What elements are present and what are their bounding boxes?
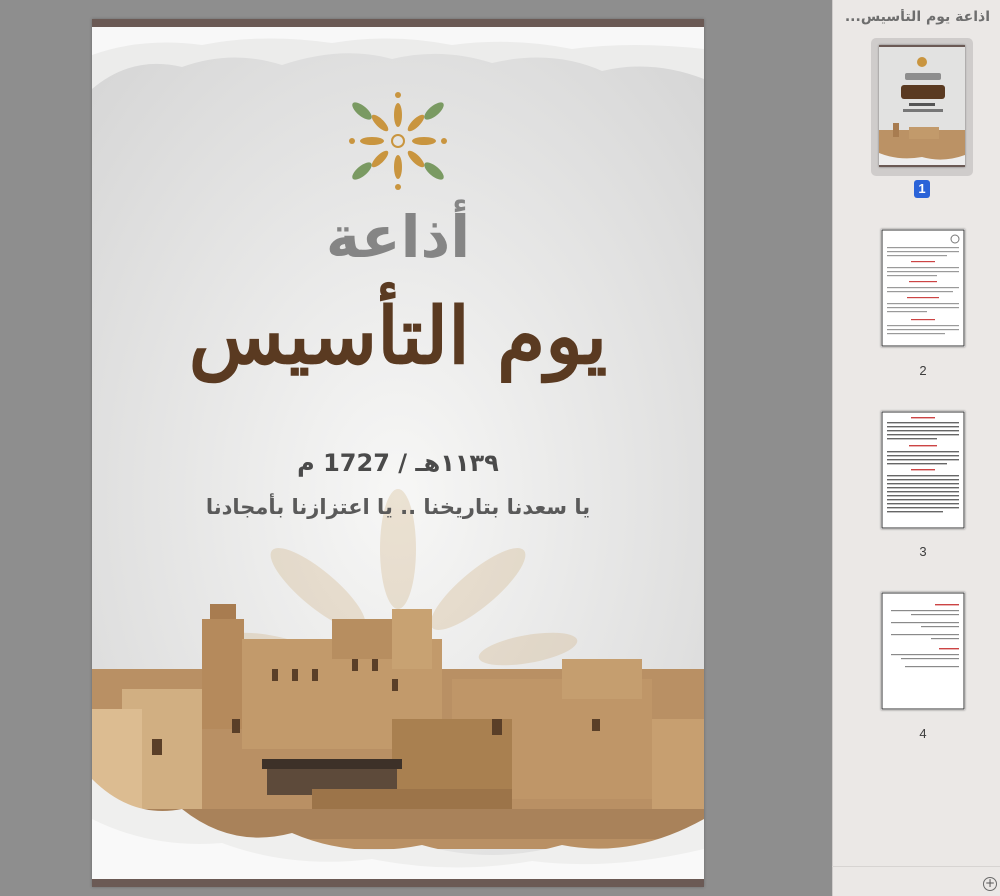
cover-heading: أذاعة (325, 203, 471, 271)
page-1-cover: أذاعة يوم التأسيس ١١٣٩هـ / 1727 م يا سعد… (92, 19, 704, 887)
add-page-button[interactable]: + (983, 877, 997, 891)
thumbnail-page-1[interactable] (879, 45, 965, 167)
document-viewer[interactable]: أذاعة يوم التأسيس ١١٣٩هـ / 1727 م يا سعد… (0, 0, 832, 896)
page-number-2[interactable]: 2 (903, 363, 943, 378)
page-number-3[interactable]: 3 (903, 544, 943, 559)
thumbnail-page-3[interactable] (881, 411, 965, 529)
page-number-1[interactable]: 1 (914, 180, 930, 198)
document-title: اذاعة يوم التأسيس... (844, 9, 990, 25)
cover-date: ١١٣٩هـ / 1727 م (297, 449, 499, 477)
page-number-4[interactable]: 4 (903, 726, 943, 741)
thumbnail-page-2[interactable] (881, 229, 965, 347)
thumbnail-page-4[interactable] (881, 592, 965, 710)
cover-title: يوم التأسيس (188, 291, 608, 382)
cover-slogan: يا سعدنا بتاريخنا .. يا اعتزازنا بأمجادن… (205, 495, 591, 519)
sidebar-divider (832, 866, 1000, 867)
